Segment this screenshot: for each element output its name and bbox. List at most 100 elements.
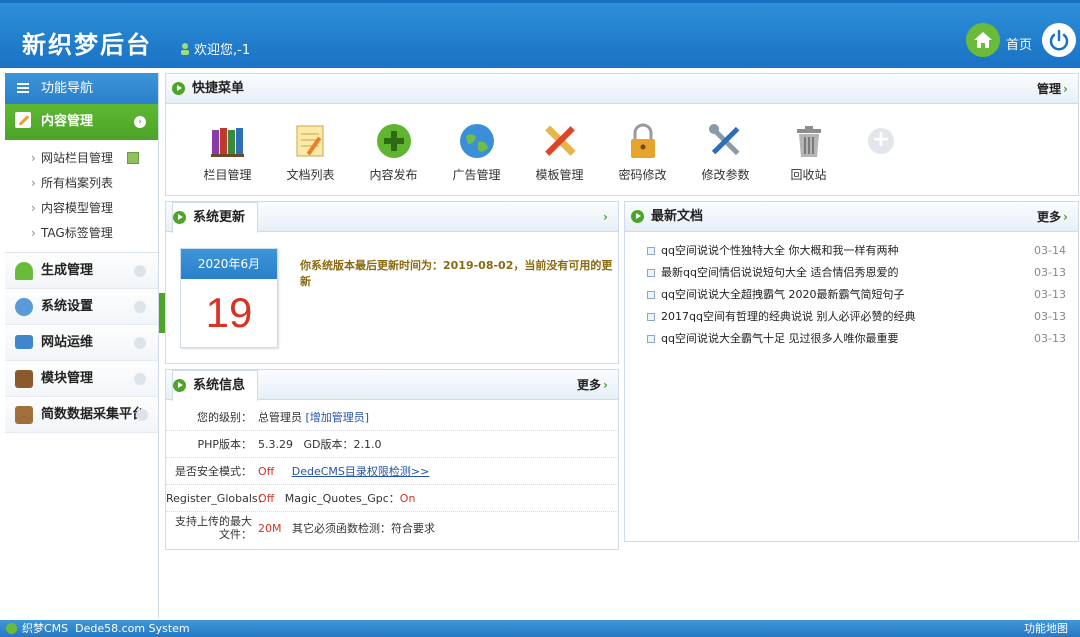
- quick-item-label: 栏目管理: [203, 168, 252, 182]
- calendar-widget: 2020年6月 19: [180, 248, 278, 348]
- trash-icon: [790, 122, 828, 160]
- panel-title-text: 系统信息: [193, 378, 246, 393]
- quick-item-label: 文档列表: [286, 168, 335, 182]
- chevron-right-icon: [134, 337, 146, 349]
- content-submenu: 网站栏目管理 所有档案列表 内容模型管理 TAG标签管理: [5, 140, 158, 253]
- submenu-item[interactable]: 网站栏目管理: [31, 146, 158, 171]
- row-value: 5.3.29 GD版本：2.1.0: [258, 436, 618, 452]
- doc-title[interactable]: qq空间说说大全超拽霸气 2020最新霸气简短句子: [661, 288, 904, 301]
- doc-title[interactable]: qq空间说说个性独特大全 你大概和我一样有两种: [661, 244, 898, 257]
- quick-item-publish[interactable]: 内容发布: [352, 122, 435, 183]
- sidebar-item-label: 简数数据采集平台: [41, 407, 146, 422]
- manage-label: 管理: [1037, 82, 1062, 96]
- submenu-item[interactable]: 所有档案列表: [31, 171, 158, 196]
- calendar-day: 19: [205, 289, 253, 336]
- row-key: PHP版本：: [197, 437, 252, 451]
- sidebar-item-modules[interactable]: 模块管理: [5, 361, 158, 397]
- more-label: 更多: [1037, 210, 1062, 224]
- menu-icon: [17, 83, 29, 93]
- latest-docs-panel: 最新文档 更多 › qq空间说说个性独特大全 你大概和我一样有两种 03-14 最新…: [624, 201, 1079, 542]
- quick-item-label: 广告管理: [452, 168, 501, 182]
- quick-item-templates[interactable]: 模板管理: [518, 122, 601, 183]
- quick-item-password[interactable]: 密码修改: [601, 122, 684, 183]
- add-admin-link[interactable]: [增加管理员]: [306, 411, 370, 424]
- list-item[interactable]: qq空间说说大全超拽霸气 2020最新霸气简短句子 03-13: [645, 284, 1066, 306]
- doc-title[interactable]: 2017qq空间有哲理的经典说说 别人必评必赞的经典: [661, 310, 915, 323]
- panel-title: 快捷菜单: [172, 74, 244, 104]
- list-item[interactable]: 2017qq空间有哲理的经典说说 别人必评必赞的经典 03-13: [645, 306, 1066, 328]
- quick-menu-list: 栏目管理 文档列表 内容发布 广告管理 模板管理 密码修改 修改参数 回收站 +: [166, 104, 1078, 183]
- sidebar-item-label: 内容管理: [41, 114, 94, 129]
- latest-more-link[interactable]: 更多 ›: [1037, 202, 1068, 232]
- table-row: 是否安全模式： Off DedeCMS目录权限检测>>: [166, 458, 618, 485]
- sidebar-item-collect[interactable]: 简数数据采集平台: [5, 397, 158, 433]
- submenu-label: TAG标签管理: [41, 226, 113, 240]
- chevron-right-icon: ›: [1063, 82, 1068, 96]
- quick-item-doclist[interactable]: 文档列表: [269, 122, 352, 183]
- play-icon: [631, 210, 644, 223]
- tools-icon: [707, 122, 745, 160]
- site-map-link[interactable]: 功能地图: [1024, 620, 1068, 637]
- system-update-panel: 系统更新 › 2020年6月 19 你系统版本最后更新时间为：2019-08-0…: [165, 201, 619, 364]
- submenu-item[interactable]: TAG标签管理: [31, 221, 158, 246]
- quick-item-params[interactable]: 修改参数: [684, 122, 767, 183]
- row-value: 总管理员 [增加管理员]: [258, 409, 618, 425]
- play-icon: [173, 379, 186, 392]
- logout-power-icon[interactable]: [1042, 23, 1076, 57]
- sidebar-item-settings[interactable]: 系统设置: [5, 289, 158, 325]
- list-item[interactable]: qq空间说说大全霸气十足 见过很多人唯你最重要 03-13: [645, 328, 1066, 350]
- magic-quotes-key: Magic_Quotes_Gpc：: [284, 492, 400, 505]
- row-key: 支持上传的最大文件：: [175, 515, 252, 541]
- row-key: 您的级别：: [197, 410, 252, 424]
- level-value: 总管理员: [258, 411, 302, 424]
- quick-item-label: 密码修改: [618, 168, 667, 182]
- home-link[interactable]: 首页: [1006, 34, 1032, 53]
- add-quick-item-icon[interactable]: +: [868, 128, 894, 154]
- quick-item-ads[interactable]: 广告管理: [435, 122, 518, 183]
- doc-title[interactable]: 最新qq空间情侣说说短句大全 适合情侣秀恩爱的: [661, 266, 898, 279]
- panel-title-text: 最新文档: [651, 209, 704, 224]
- ruler-pencil-icon: [541, 122, 579, 160]
- quick-item-label: 回收站: [790, 168, 827, 182]
- list-item[interactable]: 最新qq空间情侣说说短句大全 适合情侣秀恩爱的 03-13: [645, 262, 1066, 284]
- row-key: 是否安全模式：: [175, 464, 252, 478]
- quick-item-label: 修改参数: [701, 168, 750, 182]
- table-row: Register_Globals： Off Magic_Quotes_Gpc：O…: [166, 485, 618, 512]
- chevron-right-icon: ›: [1063, 210, 1068, 224]
- manage-link[interactable]: 管理 ›: [1037, 74, 1068, 104]
- list-item[interactable]: qq空间说说个性独特大全 你大概和我一样有两种 03-14: [645, 240, 1066, 262]
- sidebar-item-generate[interactable]: 生成管理: [5, 253, 158, 289]
- quick-menu-panel: 快捷菜单 管理› 栏目管理 文档列表 内容发布 广告管理 模板管理 密码修改: [165, 73, 1079, 196]
- dir-permission-check-link[interactable]: DedeCMS目录权限检测>>: [292, 465, 430, 478]
- sysinfo-more-link[interactable]: 更多 ›: [577, 370, 608, 400]
- book-icon: [15, 370, 33, 388]
- quick-item-recycle[interactable]: 回收站: [767, 122, 850, 183]
- latest-docs-list: qq空间说说个性独特大全 你大概和我一样有两种 03-14 最新qq空间情侣说说短…: [625, 232, 1078, 350]
- doc-title[interactable]: qq空间说说大全霸气十足 见过很多人唯你最重要: [661, 332, 898, 345]
- monitor-icon: [15, 335, 33, 349]
- submenu-label: 所有档案列表: [41, 176, 114, 190]
- chevron-right-icon: ›: [603, 378, 608, 392]
- row-value: 20M 其它必须函数检测：符合要求: [258, 520, 618, 536]
- top-header: 新织梦后台 欢迎您,-1 首页: [0, 0, 1080, 68]
- notepad-icon: [292, 122, 330, 160]
- sidebar-nav: 功能导航 内容管理 › 网站栏目管理 所有档案列表 内容模型管理 TAG标签管理…: [5, 73, 159, 618]
- sidebar-item-ops[interactable]: 网站运维: [5, 325, 158, 361]
- submenu-label: 网站栏目管理: [41, 151, 114, 165]
- row-value: Off DedeCMS目录权限检测>>: [258, 463, 618, 479]
- update-more-link[interactable]: ›: [601, 202, 608, 232]
- quick-item-categories[interactable]: 栏目管理: [186, 122, 269, 183]
- add-icon[interactable]: [127, 152, 139, 164]
- more-label: 更多: [577, 378, 602, 392]
- submenu-item[interactable]: 内容模型管理: [31, 196, 158, 221]
- user-icon: [181, 43, 189, 55]
- home-icon[interactable]: [966, 23, 1000, 57]
- calendar-month: 2020年6月: [181, 249, 277, 279]
- sidebar-item-content[interactable]: 内容管理 ›: [5, 104, 158, 140]
- panel-title: 系统信息: [172, 370, 259, 401]
- gd-key: GD版本：: [303, 438, 354, 451]
- chevron-right-icon: [134, 301, 146, 313]
- tree-icon: [15, 262, 33, 280]
- panel-title: 系统更新: [172, 202, 259, 233]
- func-check-value: 符合要求: [391, 522, 435, 535]
